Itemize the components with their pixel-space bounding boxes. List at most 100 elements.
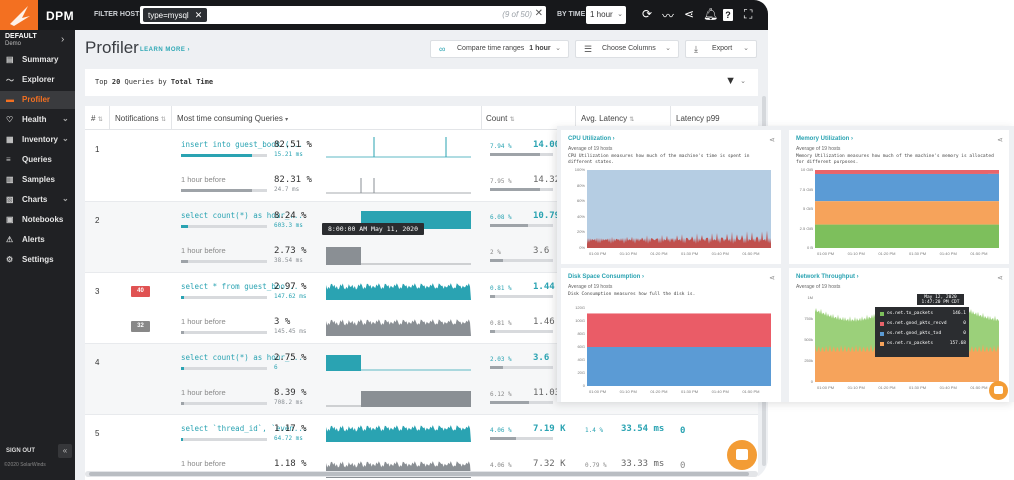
fullscreen-icon[interactable]: ⛶ <box>744 7 752 22</box>
account-name[interactable]: DEFAULT <box>5 33 37 40</box>
app-logo[interactable] <box>0 0 38 30</box>
compare-time-ranges-button[interactable]: ∞ Compare time ranges 1 hour ⌄ <box>430 40 569 58</box>
sidebar-item-explorer[interactable]: 〜 Explorer <box>0 71 75 89</box>
sidebar-item-queries[interactable]: ≡ Queries <box>0 151 75 169</box>
card-subtitle: Average of 19 hosts <box>568 284 613 290</box>
sidebar-item-alerts[interactable]: ⚠ Alerts <box>0 231 75 249</box>
chat-button-small[interactable] <box>989 381 1008 400</box>
time-value: 64.72 ms <box>274 435 303 442</box>
collapse-sidebar-icon[interactable]: « <box>58 444 72 458</box>
notification-badge-before[interactable]: 32 <box>131 321 150 332</box>
time-percent: 1.17 % <box>274 424 307 434</box>
chat-button[interactable] <box>727 440 757 470</box>
chart-plot[interactable] <box>815 170 999 248</box>
sparkline-before[interactable] <box>326 243 471 265</box>
sign-out-button[interactable]: SIGN OUT <box>6 448 35 454</box>
x-tick-label: 01:30 PM <box>909 385 927 390</box>
sidebar-item-label: Charts <box>22 195 48 204</box>
sparkline[interactable] <box>326 136 471 158</box>
count-value-before: 7.32 K <box>533 459 566 469</box>
col-queries[interactable]: Most time consuming Queries ▾ <box>177 114 288 123</box>
sparkline-before[interactable] <box>326 385 471 407</box>
query-share-bar-before <box>181 331 267 334</box>
latency-percent: 1.4 % <box>585 427 604 434</box>
y-tick-label: 80G <box>577 331 585 336</box>
sidebar-item-label: Inventory <box>22 135 59 144</box>
help-icon[interactable]: ? <box>723 9 733 21</box>
chevron-down-icon[interactable]: ⌄ <box>62 134 69 143</box>
sidebar-item-samples[interactable]: ▥ Samples <box>0 171 75 189</box>
sidebar-item-notebooks[interactable]: ▣ Notebooks <box>0 211 75 229</box>
time-range-select[interactable]: 1 hour ⌄ <box>586 6 626 24</box>
horizontal-scrollbar[interactable] <box>85 471 758 477</box>
count-value: 7.19 K <box>533 424 566 434</box>
x-tick-label: 01:20 PM <box>878 385 896 390</box>
charts-overlay: CPU Utilization › Average of 19 hosts CPU … <box>557 126 1014 402</box>
chevron-right-icon[interactable]: › <box>61 34 64 45</box>
count-bar-before <box>490 188 553 191</box>
share-icon[interactable]: ⋖ <box>769 274 775 282</box>
x-tick-label: 01:40 PM <box>939 251 957 256</box>
sparkline[interactable] <box>326 349 471 371</box>
notification-badge[interactable]: 40 <box>131 286 150 297</box>
card-title[interactable]: Network Throughput › <box>796 274 859 280</box>
sparkline[interactable] <box>326 278 471 300</box>
choose-columns-button[interactable]: ☰ Choose Columns ⌄ <box>575 40 679 58</box>
filter-funnel-icon[interactable]: ▼ <box>725 75 736 87</box>
count-bar-before <box>490 330 553 333</box>
x-tick-label: 01:50 PM <box>970 385 988 390</box>
export-button[interactable]: ⤓ Export ⌄ <box>685 40 757 58</box>
query-share-bar-before <box>181 402 267 405</box>
refresh-icon[interactable]: ⟳ <box>642 7 652 21</box>
share-icon[interactable]: ⋖ <box>769 136 775 144</box>
row-number: 5 <box>95 429 100 438</box>
activity-icon[interactable]: 〰 <box>662 7 674 24</box>
query-before-label: 1 hour before <box>181 246 226 255</box>
card-title[interactable]: Memory Utilization › <box>796 136 853 142</box>
sidebar-item-summary[interactable]: ▤ Summary <box>0 51 75 69</box>
y-tick-label: 7.5 GiB <box>799 186 813 192</box>
share-icon[interactable]: ⋖ <box>684 7 694 21</box>
toolbar-count[interactable]: 20 <box>112 78 120 86</box>
sparkline-before[interactable] <box>326 172 471 194</box>
legend-swatch <box>880 332 884 336</box>
y-tick-label: 0 <box>582 383 585 388</box>
sidebar-item-settings[interactable]: ⚙ Settings <box>0 251 75 269</box>
chevron-down-icon[interactable]: ⌄ <box>740 77 746 85</box>
sidebar-item-profiler[interactable]: ▬ Profiler <box>0 91 75 109</box>
sidebar-item-inventory[interactable]: ▦ Inventory ⌄ <box>0 131 75 149</box>
time-percent: 8.24 % <box>274 211 307 221</box>
sidebar-item-charts[interactable]: ▧ Charts ⌄ <box>0 191 75 209</box>
col-notifications[interactable]: Notifications ⇅ <box>115 114 166 123</box>
x-tick-label: 01:20 PM <box>650 251 668 256</box>
filter-hosts-input[interactable]: type=mysql ✕ (9 of 50) ✕ <box>140 6 546 24</box>
col-avg-latency[interactable]: Avg. Latency ⇅ <box>581 114 634 123</box>
learn-more-link[interactable]: LEARN MORE › <box>140 47 190 53</box>
chevron-down-icon[interactable]: ⌄ <box>62 194 69 203</box>
compare-label: Compare time ranges <box>457 45 525 52</box>
sidebar-item-label: Alerts <box>22 235 45 244</box>
chip-close-icon[interactable]: ✕ <box>195 10 203 20</box>
count-percent-before: 0.81 % <box>490 320 512 327</box>
bell-icon[interactable]: 🔔︎ <box>703 7 718 21</box>
query-share-bar <box>181 367 267 370</box>
sparkline[interactable] <box>326 420 471 442</box>
sidebar-item-health[interactable]: ♡ Health ⌄ <box>0 111 75 129</box>
col-latency-p99[interactable]: Latency p99 <box>676 114 720 123</box>
col-count[interactable]: Count ⇅ <box>486 114 515 123</box>
col-number[interactable]: # ⇅ <box>91 114 103 123</box>
filter-chip[interactable]: type=mysql ✕ <box>143 8 208 22</box>
count-percent: 6.08 % <box>490 214 512 221</box>
share-icon[interactable]: ⋖ <box>997 136 1003 144</box>
share-icon[interactable]: ⋖ <box>997 274 1003 282</box>
card-title[interactable]: Disk Space Consumption › <box>568 274 644 280</box>
x-tick-label: 01:50 PM <box>970 251 988 256</box>
sparkline-before[interactable] <box>326 314 471 336</box>
chart-plot[interactable] <box>587 308 771 386</box>
clear-filter-icon[interactable]: ✕ <box>535 8 543 19</box>
chart-plot[interactable] <box>587 170 771 248</box>
chevron-down-icon[interactable]: ⌄ <box>62 114 69 123</box>
card-title[interactable]: CPU Utilization › <box>568 136 615 142</box>
toolbar-metric[interactable]: Total Time <box>171 78 213 86</box>
metric-value: 146.1 <box>952 311 966 316</box>
